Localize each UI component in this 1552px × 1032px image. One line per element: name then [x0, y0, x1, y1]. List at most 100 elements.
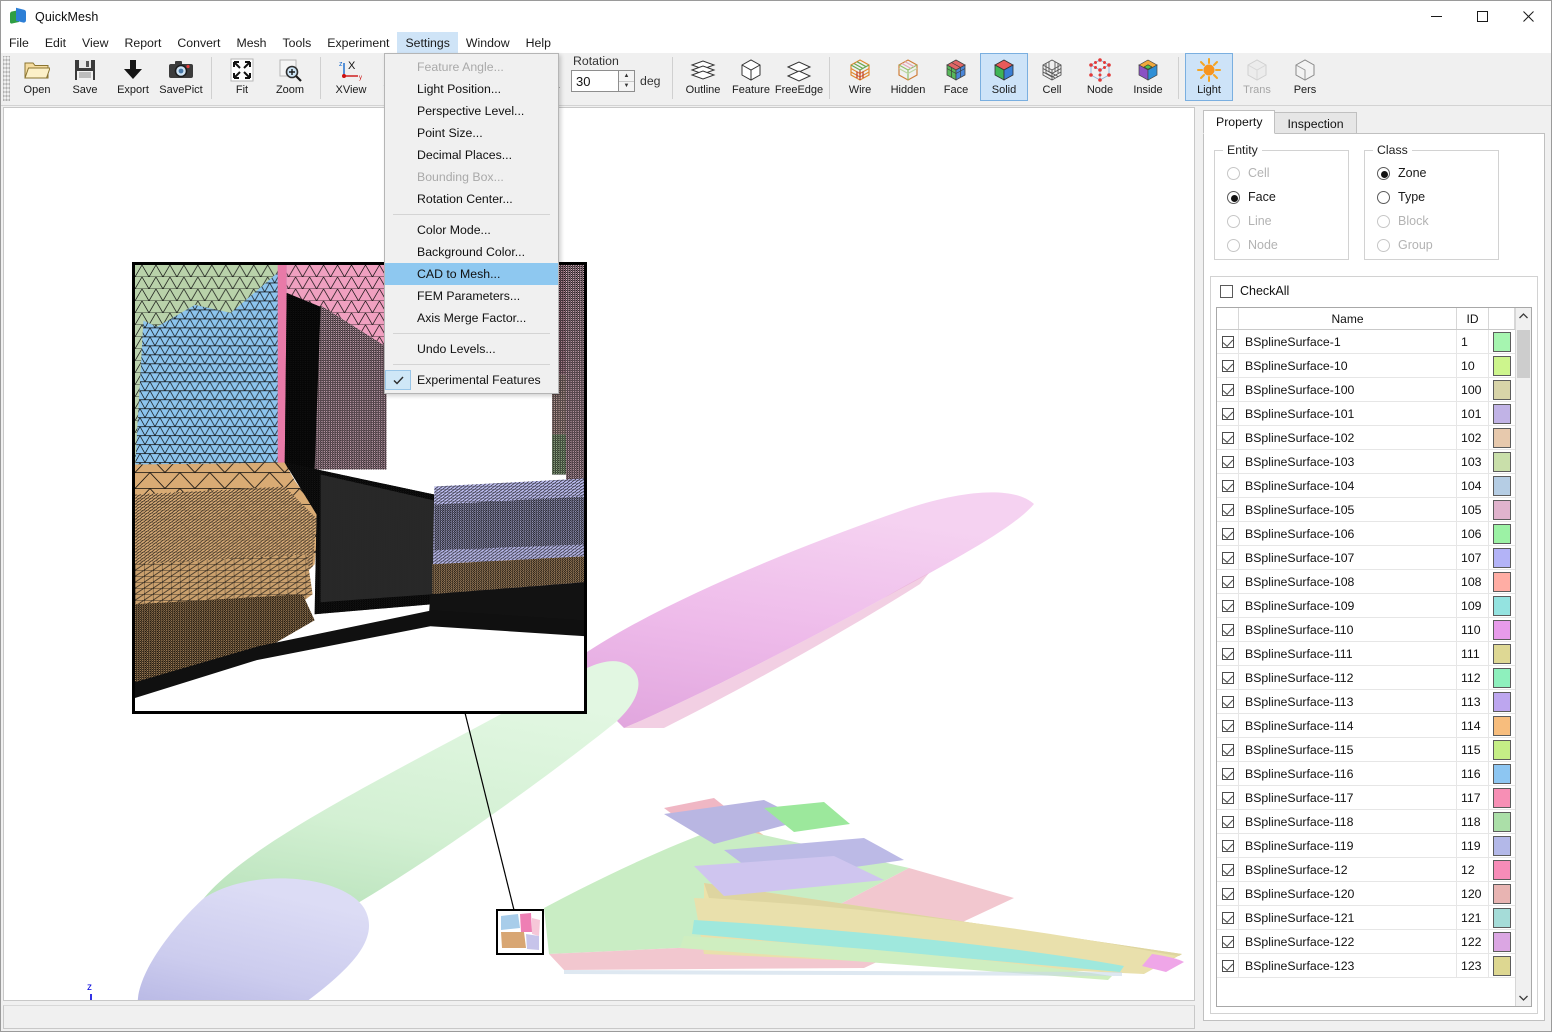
rotation-spinner[interactable]: ▲ ▼ [619, 70, 635, 92]
tab-inspection[interactable]: Inspection [1274, 112, 1357, 134]
row-color-swatch[interactable] [1489, 834, 1515, 857]
toolbar-grip[interactable] [3, 56, 10, 101]
table-row[interactable]: BSplineSurface-102 102 [1217, 426, 1515, 450]
scroll-track[interactable] [1516, 324, 1531, 990]
class-radio-type[interactable]: Type [1365, 185, 1498, 209]
row-checkbox[interactable] [1217, 618, 1239, 641]
row-color-swatch[interactable] [1489, 522, 1515, 545]
row-checkbox[interactable] [1217, 378, 1239, 401]
row-color-swatch[interactable] [1489, 354, 1515, 377]
table-row[interactable]: BSplineSurface-115 115 [1217, 738, 1515, 762]
tab-property[interactable]: Property [1203, 110, 1276, 134]
settings-dropdown-menu[interactable]: Feature Angle... Light Position... Perspec… [384, 53, 559, 394]
row-color-swatch[interactable] [1489, 450, 1515, 473]
solid-button[interactable]: Solid [980, 53, 1028, 101]
minimize-button[interactable] [1413, 1, 1459, 32]
row-color-swatch[interactable] [1489, 426, 1515, 449]
row-checkbox[interactable] [1217, 330, 1239, 353]
table-row[interactable]: BSplineSurface-1 1 [1217, 330, 1515, 354]
row-color-swatch[interactable] [1489, 570, 1515, 593]
table-row[interactable]: BSplineSurface-122 122 [1217, 930, 1515, 954]
row-checkbox[interactable] [1217, 594, 1239, 617]
settings-menu-item-experimental-features[interactable]: Experimental Features [385, 369, 558, 391]
scroll-down-arrow[interactable] [1516, 990, 1531, 1006]
wire-button[interactable]: Wire [836, 53, 884, 101]
table-row[interactable]: BSplineSurface-112 112 [1217, 666, 1515, 690]
header-id-col[interactable]: ID [1457, 308, 1489, 329]
row-checkbox[interactable] [1217, 690, 1239, 713]
settings-menu-item-light-position[interactable]: Light Position... [385, 78, 558, 100]
row-checkbox[interactable] [1217, 834, 1239, 857]
row-color-swatch[interactable] [1489, 690, 1515, 713]
menu-window[interactable]: Window [458, 32, 518, 53]
row-color-swatch[interactable] [1489, 666, 1515, 689]
settings-menu-item-cad-to-mesh[interactable]: CAD to Mesh... [385, 263, 558, 285]
savepict-button[interactable]: SavePict [157, 53, 205, 101]
row-color-swatch[interactable] [1489, 330, 1515, 353]
table-row[interactable]: BSplineSurface-100 100 [1217, 378, 1515, 402]
row-checkbox[interactable] [1217, 954, 1239, 977]
row-checkbox[interactable] [1217, 498, 1239, 521]
row-color-swatch[interactable] [1489, 546, 1515, 569]
row-checkbox[interactable] [1217, 642, 1239, 665]
menu-tools[interactable]: Tools [275, 32, 320, 53]
table-row[interactable]: BSplineSurface-12 12 [1217, 858, 1515, 882]
menu-report[interactable]: Report [116, 32, 169, 53]
row-color-swatch[interactable] [1489, 498, 1515, 521]
fit-button[interactable]: Fit [218, 53, 266, 101]
hidden-button[interactable]: Hidden [884, 53, 932, 101]
table-row[interactable]: BSplineSurface-107 107 [1217, 546, 1515, 570]
row-checkbox[interactable] [1217, 546, 1239, 569]
row-checkbox[interactable] [1217, 522, 1239, 545]
table-scrollbar[interactable] [1515, 308, 1531, 1006]
table-row[interactable]: BSplineSurface-119 119 [1217, 834, 1515, 858]
row-checkbox[interactable] [1217, 930, 1239, 953]
table-row[interactable]: BSplineSurface-101 101 [1217, 402, 1515, 426]
table-row[interactable]: BSplineSurface-111 111 [1217, 642, 1515, 666]
row-color-swatch[interactable] [1489, 810, 1515, 833]
header-name-col[interactable]: Name [1239, 308, 1457, 329]
save-button[interactable]: Save [61, 53, 109, 101]
menu-settings[interactable]: Settings [397, 32, 458, 53]
menu-mesh[interactable]: Mesh [228, 32, 274, 53]
scroll-up-arrow[interactable] [1516, 308, 1531, 324]
menu-edit[interactable]: Edit [37, 32, 74, 53]
check-all-checkbox[interactable] [1220, 284, 1233, 298]
row-color-swatch[interactable] [1489, 954, 1515, 977]
table-row[interactable]: BSplineSurface-118 118 [1217, 810, 1515, 834]
menu-file[interactable]: File [1, 32, 37, 53]
row-color-swatch[interactable] [1489, 882, 1515, 905]
row-color-swatch[interactable] [1489, 642, 1515, 665]
menu-help[interactable]: Help [518, 32, 559, 53]
settings-menu-item-decimal-places[interactable]: Decimal Places... [385, 144, 558, 166]
row-checkbox[interactable] [1217, 570, 1239, 593]
pers-button[interactable]: Pers [1281, 53, 1329, 101]
row-checkbox[interactable] [1217, 762, 1239, 785]
table-row[interactable]: BSplineSurface-105 105 [1217, 498, 1515, 522]
table-row[interactable]: BSplineSurface-110 110 [1217, 618, 1515, 642]
table-row[interactable]: BSplineSurface-120 120 [1217, 882, 1515, 906]
node-button[interactable]: Node [1076, 53, 1124, 101]
row-color-swatch[interactable] [1489, 714, 1515, 737]
row-color-swatch[interactable] [1489, 762, 1515, 785]
settings-menu-item-undo-levels[interactable]: Undo Levels... [385, 338, 558, 360]
rotation-input[interactable] [571, 70, 619, 92]
menu-experiment[interactable]: Experiment [319, 32, 397, 53]
row-color-swatch[interactable] [1489, 906, 1515, 929]
row-checkbox[interactable] [1217, 906, 1239, 929]
row-color-swatch[interactable] [1489, 378, 1515, 401]
table-row[interactable]: BSplineSurface-123 123 [1217, 954, 1515, 978]
maximize-button[interactable] [1459, 1, 1505, 32]
row-color-swatch[interactable] [1489, 786, 1515, 809]
row-color-swatch[interactable] [1489, 930, 1515, 953]
settings-menu-item-background-color[interactable]: Background Color... [385, 241, 558, 263]
outline-button[interactable]: Outline [679, 53, 727, 101]
settings-menu-item-rotation-center[interactable]: Rotation Center... [385, 188, 558, 210]
check-all-row[interactable]: CheckAll [1211, 277, 1537, 304]
row-checkbox[interactable] [1217, 666, 1239, 689]
freeedge-button[interactable]: FreeEdge [775, 53, 823, 101]
menu-convert[interactable]: Convert [169, 32, 228, 53]
row-checkbox[interactable] [1217, 882, 1239, 905]
table-row[interactable]: BSplineSurface-116 116 [1217, 762, 1515, 786]
class-radio-zone[interactable]: Zone [1365, 161, 1498, 185]
